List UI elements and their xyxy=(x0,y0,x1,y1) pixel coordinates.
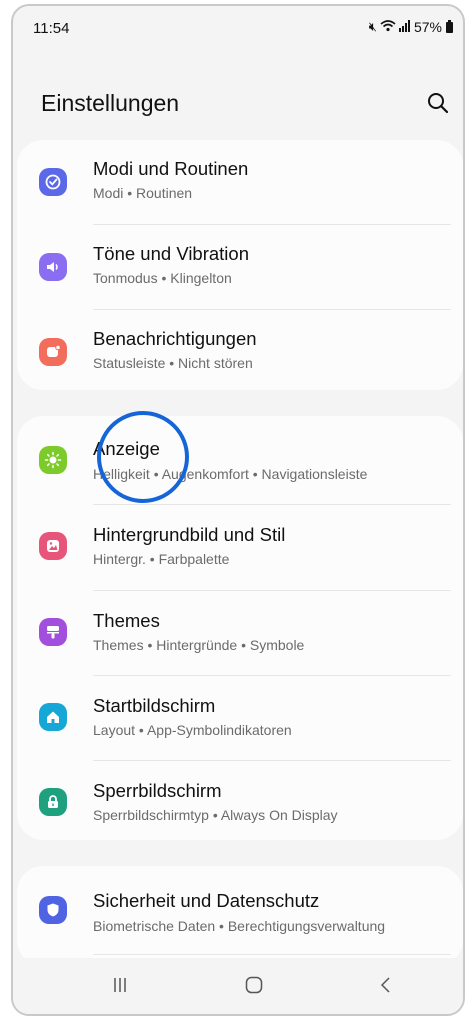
item-subtitle: Hintergr. • Farbpalette xyxy=(93,551,230,567)
item-subtitle: Biometrische Daten • Berechtigungsverwal… xyxy=(93,918,386,934)
modes-icon xyxy=(39,168,67,196)
settings-group-1: Modi und Routinen Modi • Routinen Töne u… xyxy=(17,140,463,390)
item-label: Sicherheit und Datenschutz xyxy=(93,890,320,911)
battery-icon xyxy=(446,19,453,33)
sound-icon xyxy=(39,253,67,281)
item-label: Themes xyxy=(93,610,160,631)
item-label: Modi und Routinen xyxy=(93,158,249,179)
settings-item-notifications[interactable]: Benachrichtigungen Statusleiste • Nicht … xyxy=(17,310,463,395)
page-title: Einstellungen xyxy=(41,90,180,116)
app-header: Einstellungen xyxy=(13,84,463,128)
back-icon[interactable] xyxy=(371,972,401,998)
item-label: Hintergrundbild und Stil xyxy=(93,524,286,545)
highlight-circle xyxy=(97,411,189,503)
item-subtitle: Statusleiste • Nicht stören xyxy=(93,355,253,371)
settings-item-security[interactable]: Sicherheit und Datenschutz Biometrische … xyxy=(17,866,463,951)
navigation-bar xyxy=(13,958,463,1014)
settings-item-wallpaper[interactable]: Hintergrundbild und Stil Hintergr. • Far… xyxy=(17,504,463,589)
phone-frame: 11:54 🔇︎ 57% Einstellungen Modi und Rout… xyxy=(11,4,465,1016)
settings-item-modes[interactable]: Modi und Routinen Modi • Routinen xyxy=(17,140,463,225)
settings-item-themes[interactable]: Themes Themes • Hintergründe • Symbole xyxy=(17,590,463,675)
search-icon[interactable] xyxy=(423,88,453,118)
signal-icon xyxy=(398,19,411,35)
settings-item-display[interactable]: Anzeige Helligkeit • Augenkomfort • Navi… xyxy=(17,416,463,501)
status-bar: 11:54 🔇︎ 57% xyxy=(13,6,463,46)
item-subtitle: Modi • Routinen xyxy=(93,185,193,201)
settings-item-homescreen[interactable]: Startbildschirm Layout • App-Symbolindik… xyxy=(17,675,463,760)
item-subtitle: Sperrbildschirmtyp • Always On Display xyxy=(93,807,338,823)
shield-icon xyxy=(39,896,67,924)
status-time: 11:54 xyxy=(33,20,70,37)
wifi-icon xyxy=(380,19,396,35)
divider xyxy=(93,954,451,955)
wallpaper-icon xyxy=(39,532,67,560)
mute-icon: 🔇︎ xyxy=(368,19,377,34)
item-label: Benachrichtigungen xyxy=(93,328,257,349)
settings-item-sound[interactable]: Töne und Vibration Tonmodus • Klingelton xyxy=(17,225,463,310)
settings-group-2: Anzeige Helligkeit • Augenkomfort • Navi… xyxy=(17,416,463,840)
item-label: Startbildschirm xyxy=(93,695,216,716)
home-button-icon[interactable] xyxy=(239,972,269,998)
themes-icon xyxy=(39,618,67,646)
recents-icon[interactable] xyxy=(105,972,135,998)
battery-percent: 57% xyxy=(413,19,442,35)
status-icons: 🔇︎ 57% xyxy=(369,19,453,35)
item-label: Töne und Vibration xyxy=(93,243,249,264)
item-subtitle: Themes • Hintergründe • Symbole xyxy=(93,637,305,653)
lock-icon xyxy=(39,788,67,816)
settings-item-lockscreen[interactable]: Sperrbildschirm Sperrbildschirmtyp • Alw… xyxy=(17,760,463,845)
home-icon xyxy=(39,703,67,731)
settings-group-3: Sicherheit und Datenschutz Biometrische … xyxy=(17,866,463,966)
item-subtitle: Layout • App-Symbolindikatoren xyxy=(93,722,292,738)
item-subtitle: Tonmodus • Klingelton xyxy=(93,270,232,286)
item-label: Sperrbildschirm xyxy=(93,780,222,801)
notifications-icon xyxy=(39,338,67,366)
display-icon xyxy=(39,446,67,474)
